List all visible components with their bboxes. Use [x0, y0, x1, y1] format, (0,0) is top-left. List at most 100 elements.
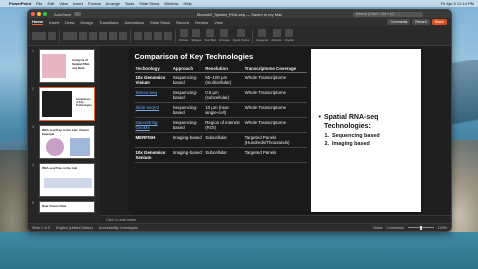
thumbnail-number: 2: [32, 87, 34, 91]
menu-slide-show[interactable]: Slide Show: [139, 1, 159, 6]
thumbnail-image: [42, 54, 66, 78]
menu-edit[interactable]: Edit: [47, 1, 54, 6]
shapes-label: Shapes: [191, 38, 202, 42]
menu-arrange[interactable]: Arrange: [106, 1, 120, 6]
underline-icon[interactable]: [109, 31, 117, 40]
comments-button[interactable]: Comments: [387, 19, 411, 25]
table-cell-resolution: 10 µm (near single-cell): [204, 102, 244, 118]
table-row: 10x Genomics Visium Sequencing-based 55–…: [134, 72, 307, 88]
close-window-button[interactable]: [31, 12, 35, 16]
font-color-icon[interactable]: [119, 31, 127, 40]
tab-animations[interactable]: Animations: [124, 20, 144, 25]
tab-slide-show[interactable]: Slide Show: [150, 20, 170, 25]
menu-view[interactable]: View: [59, 1, 68, 6]
technology-link[interactable]: Slide-seqV2: [134, 102, 172, 118]
thumbnail-row: 5 Raw Visium Data: [32, 201, 96, 213]
menu-window[interactable]: Window: [164, 1, 178, 6]
menu-format[interactable]: Format: [88, 1, 101, 6]
menubar-clock[interactable]: Fri Apr 5 12:14 PM: [441, 1, 474, 6]
tab-home[interactable]: Home: [32, 19, 44, 25]
table-row: Stereo-seq Sequencing-based 0.5 µm (subc…: [134, 87, 307, 103]
table-header: Resolution: [204, 64, 244, 73]
font-size-select[interactable]: [79, 31, 87, 40]
bullets-icon[interactable]: [134, 31, 142, 40]
zoom-level[interactable]: 100%: [438, 226, 447, 230]
slide-thumbnails-panel[interactable]: 1 Analysis of Spatial RNA-seq Data 2 Com…: [28, 46, 100, 223]
new-slide-icon[interactable]: [48, 31, 56, 40]
copilot-tool[interactable]: Copilot: [285, 29, 294, 42]
slide-text-box[interactable]: • Spatial RNA-seq Technologies: 1. Seque…: [311, 49, 421, 212]
bold-icon[interactable]: [89, 31, 97, 40]
slide-title[interactable]: Comparison of Key Technologies: [135, 52, 307, 61]
share-button[interactable]: Share: [431, 19, 447, 25]
designer-label: Designer: [256, 38, 269, 42]
status-bar: Slide 2 of 9 English (United States) Acc…: [28, 223, 451, 231]
zoom-slider[interactable]: [407, 225, 434, 230]
quick-styles-tool[interactable]: Quick Styles: [233, 29, 249, 42]
slide-thumbnail-2[interactable]: Comparison of Key Technologies: [39, 87, 95, 121]
tab-record[interactable]: Record: [176, 20, 189, 25]
table-cell-technology: 10x Genomics Visium: [134, 72, 172, 88]
minimize-window-button[interactable]: [37, 12, 41, 16]
designer-icon: [258, 29, 267, 37]
table-cell-approach: Sequencing-based: [171, 102, 205, 118]
toolbar-divider: [175, 28, 176, 43]
record-button[interactable]: Record: [412, 19, 430, 25]
numbered-item: 1. Sequencing based: [319, 133, 413, 139]
mac-menu-bar: PowerPoint File Edit View Insert Format …: [0, 0, 478, 7]
autosave-toggle[interactable]: [74, 12, 82, 16]
technology-link[interactable]: NanoString GeoMx: [134, 117, 172, 133]
font-family-select[interactable]: [63, 31, 77, 40]
picture-tool[interactable]: Picture: [179, 29, 188, 42]
tab-draw[interactable]: Draw: [65, 20, 74, 25]
notes-toggle[interactable]: Notes: [373, 226, 382, 230]
technology-comparison-table[interactable]: Technology Approach Resolution Transcrip…: [134, 64, 307, 163]
thumbnail-number: 5: [32, 201, 34, 205]
tab-review[interactable]: Review: [195, 20, 208, 25]
tab-view[interactable]: View: [214, 20, 223, 25]
menu-file[interactable]: File: [36, 1, 42, 6]
numbering-icon[interactable]: [144, 31, 152, 40]
paste-icon[interactable]: [32, 31, 46, 40]
language-status[interactable]: English (United States): [56, 226, 93, 230]
add-ins-tool[interactable]: Add-ins: [271, 29, 282, 42]
zoom-window-button[interactable]: [43, 12, 47, 16]
clipboard-group: [32, 31, 56, 40]
slide-thumbnail-1[interactable]: Analysis of Spatial RNA-seq Data: [39, 49, 95, 83]
menu-tools[interactable]: Tools: [125, 1, 134, 6]
slide-editor: Comparison of Key Technologies Technolog…: [100, 46, 451, 224]
desktop-wallpaper-water: [0, 232, 478, 269]
slide-thumbnail-3[interactable]: RNA-seq Prep in the Lab: Visium Example: [39, 125, 95, 159]
line-spacing-icon[interactable]: [164, 31, 172, 40]
align-icon[interactable]: [154, 31, 162, 40]
search-input[interactable]: Search (Cmd + Ctrl + U): [353, 11, 423, 17]
table-row: NanoString GeoMx Sequencing-based Region…: [134, 117, 307, 133]
arrange-tool[interactable]: Arrange: [219, 29, 230, 42]
toolbar-divider: [252, 28, 254, 43]
tab-insert[interactable]: Insert: [49, 20, 59, 25]
shapes-tool[interactable]: Shapes: [191, 29, 202, 42]
tab-transitions[interactable]: Transitions: [99, 20, 118, 25]
thumbnail-row: 3 RNA-seq Prep in the Lab: Visium Exampl…: [32, 125, 96, 159]
comments-toggle[interactable]: Comments: [386, 226, 403, 230]
tab-design[interactable]: Design: [80, 20, 92, 25]
table-cell-resolution: 55–100 µm (multicellular): [204, 72, 244, 88]
slide-thumbnail-4[interactable]: RNA-seq Prep in the Lab: [39, 163, 95, 197]
designer-tool[interactable]: Designer: [256, 29, 268, 42]
table-cell-coverage: Targeted Panels: [243, 147, 307, 163]
current-slide[interactable]: Comparison of Key Technologies Technolog…: [130, 49, 421, 212]
item-number: 1.: [324, 132, 330, 139]
text-box-tool[interactable]: Text Box: [205, 29, 216, 42]
technology-link[interactable]: Stereo-seq: [134, 87, 172, 103]
arrange-icon: [220, 29, 229, 37]
accessibility-status[interactable]: Accessibility: Investigate: [99, 226, 138, 230]
menu-help[interactable]: Help: [184, 1, 192, 6]
slide-thumbnail-5[interactable]: Raw Visium Data: [39, 201, 95, 213]
italic-icon[interactable]: [99, 31, 107, 40]
menu-app-name[interactable]: PowerPoint: [9, 1, 31, 6]
table-cell-technology: MERFISH: [134, 132, 172, 148]
bullet-heading-text: Spatial RNA-seq Technologies:: [323, 114, 379, 130]
copilot-icon: [285, 29, 294, 37]
item-number: 2.: [324, 140, 330, 147]
menu-insert[interactable]: Insert: [73, 1, 83, 6]
